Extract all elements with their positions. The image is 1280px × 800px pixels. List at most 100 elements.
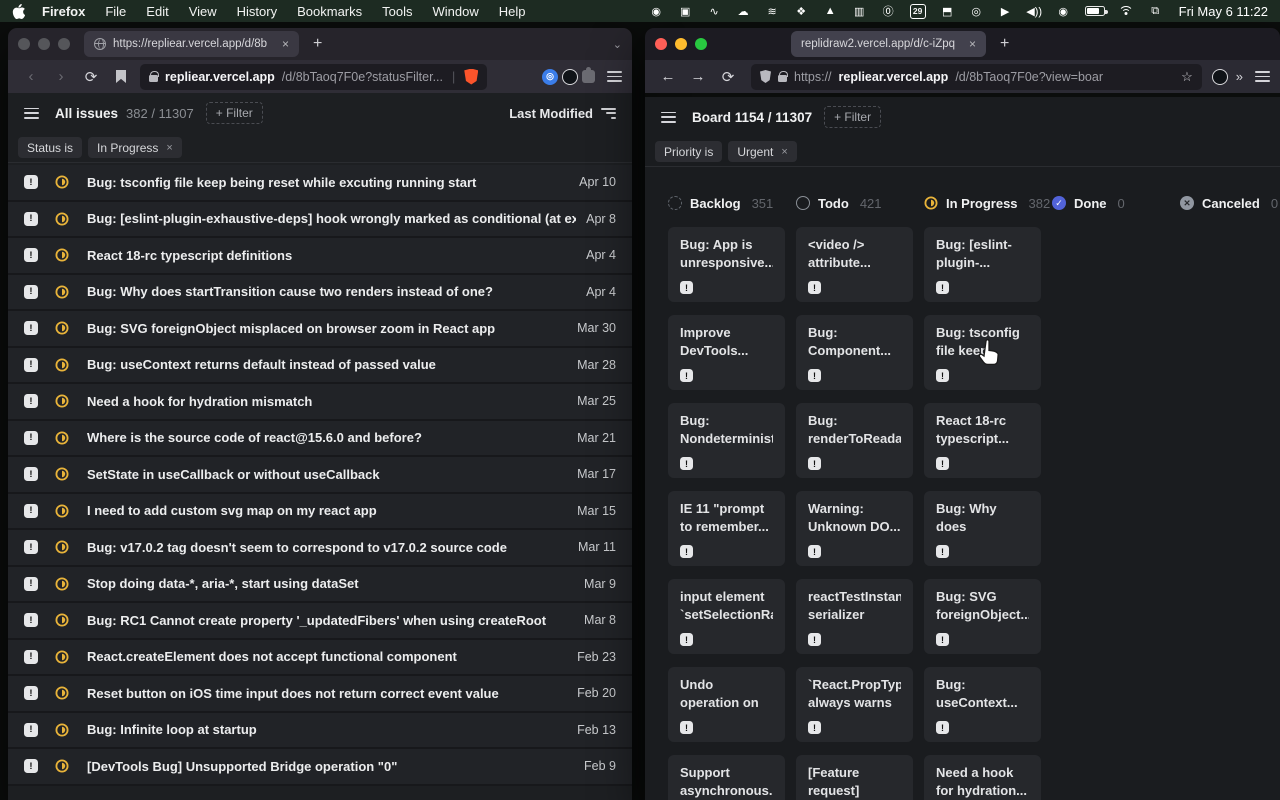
menu-help[interactable]: Help xyxy=(499,4,526,19)
control-center-icon[interactable]: ⧉ xyxy=(1148,4,1163,19)
left-window-controls[interactable] xyxy=(18,38,70,50)
menu-history[interactable]: History xyxy=(237,4,277,19)
issue-row[interactable]: ! Need a hook for hydration mismatch Mar… xyxy=(8,384,632,421)
menubar-app-name[interactable]: Firefox xyxy=(42,4,85,19)
status-in-progress-icon[interactable] xyxy=(55,431,69,445)
zoom-window-button[interactable] xyxy=(58,38,70,50)
close-window-button[interactable] xyxy=(655,38,667,50)
board-scroll-area[interactable]: Backlog351 Bug: App is unresponsive... !… xyxy=(645,173,1280,800)
layout-icon[interactable]: ▥ xyxy=(852,4,867,19)
menubar-clock[interactable]: Fri May 6 11:22 xyxy=(1179,4,1268,19)
issue-row[interactable]: ! React 18-rc typescript definitions Apr… xyxy=(8,238,632,275)
priority-urgent-icon[interactable]: ! xyxy=(24,248,38,262)
right-menu-icon[interactable] xyxy=(1255,71,1270,82)
board-card[interactable]: React 18-rc typescript... ! xyxy=(924,403,1041,478)
volume-icon[interactable]: ◀)) xyxy=(1027,4,1042,19)
issue-row[interactable]: ! Bug: SVG foreignObject misplaced on br… xyxy=(8,311,632,348)
board-card[interactable]: Warning: Unknown DO... ! xyxy=(796,491,913,566)
user-icon[interactable]: ◉ xyxy=(1056,4,1071,19)
priority-urgent-icon[interactable]: ! xyxy=(24,686,38,700)
priority-urgent-icon[interactable]: ! xyxy=(24,540,38,554)
close-window-button[interactable] xyxy=(18,38,30,50)
left-forward-button[interactable]: › xyxy=(48,64,74,90)
battery-icon[interactable] xyxy=(1085,6,1105,16)
priority-urgent-icon[interactable]: ! xyxy=(24,358,38,372)
left-reload-button[interactable]: ⟳ xyxy=(78,64,104,90)
status-in-progress-icon[interactable] xyxy=(55,686,69,700)
priority-urgent-icon[interactable]: ! xyxy=(24,285,38,299)
priority-urgent-icon[interactable]: ! xyxy=(24,650,38,664)
minimize-window-button[interactable] xyxy=(675,38,687,50)
filter-value-chip[interactable]: In Progress × xyxy=(88,137,182,158)
priority-urgent-icon[interactable]: ! xyxy=(24,321,38,335)
right-url-bar[interactable]: https://repliear.vercel.app/d/8bTaoq7F0e… xyxy=(751,64,1202,90)
left-tab-close-icon[interactable]: × xyxy=(282,37,289,51)
board-card[interactable]: Bug: tsconfig file keep bein... ! xyxy=(924,315,1041,390)
issue-row[interactable]: ! Bug: Infinite loop at startup Feb 13 xyxy=(8,713,632,750)
status-in-progress-icon[interactable] xyxy=(55,175,69,189)
overflow-menu-icon[interactable]: » xyxy=(1236,69,1241,84)
remove-filter-icon[interactable]: × xyxy=(166,142,172,154)
dropbox-icon[interactable]: ❖ xyxy=(794,4,809,19)
right-browser-tab[interactable]: replidraw2.vercel.app/d/c-iZpq × xyxy=(791,31,986,57)
menu-bookmarks[interactable]: Bookmarks xyxy=(297,4,362,19)
right-new-tab-button[interactable]: + xyxy=(1000,35,1009,53)
warp-icon[interactable]: ▲ xyxy=(823,4,838,19)
cloud-icon[interactable]: ☁ xyxy=(736,4,751,19)
board-card[interactable]: input element `setSelectionRa ! xyxy=(668,579,785,654)
priority-urgent-icon[interactable]: ! xyxy=(24,175,38,189)
issue-row[interactable]: ! React.createElement does not accept fu… xyxy=(8,640,632,677)
board-card[interactable]: Undo operation on text input... ! xyxy=(668,667,785,742)
right-forward-button[interactable]: → xyxy=(685,64,711,90)
issue-row[interactable]: ! Bug: [eslint-plugin-exhaustive-deps] h… xyxy=(8,202,632,239)
sidebar-toggle-icon[interactable] xyxy=(661,112,676,123)
bookmark-icon[interactable] xyxy=(116,70,126,83)
left-new-tab-button[interactable]: + xyxy=(313,35,322,53)
remove-filter-icon[interactable]: × xyxy=(781,146,787,158)
calendar-icon[interactable]: 29 xyxy=(910,4,926,19)
github-extension-icon[interactable] xyxy=(562,69,578,85)
status-in-progress-icon[interactable] xyxy=(55,321,69,335)
extensions-icon[interactable] xyxy=(582,70,595,83)
right-tab-close-icon[interactable]: × xyxy=(969,37,976,51)
board-card[interactable]: Bug: SVG foreignObject... ! xyxy=(924,579,1041,654)
right-reload-button[interactable]: ⟳ xyxy=(715,64,741,90)
priority-urgent-icon[interactable]: ! xyxy=(24,577,38,591)
left-menu-icon[interactable] xyxy=(607,71,622,82)
tracking-protection-icon[interactable] xyxy=(760,70,771,83)
priority-urgent-icon[interactable]: ! xyxy=(24,723,38,737)
menu-file[interactable]: File xyxy=(105,4,126,19)
status-in-progress-icon[interactable] xyxy=(55,394,69,408)
issue-row[interactable]: ! Bug: useContext returns default instea… xyxy=(8,348,632,385)
status-in-progress-icon[interactable] xyxy=(55,285,69,299)
status-in-progress-icon[interactable] xyxy=(55,650,69,664)
sort-icon[interactable] xyxy=(601,108,616,119)
github-extension-icon[interactable] xyxy=(1212,69,1228,85)
docker-icon[interactable]: ≋ xyxy=(765,4,780,19)
issue-row[interactable]: ! I need to add custom svg map on my rea… xyxy=(8,494,632,531)
menu-view[interactable]: View xyxy=(189,4,217,19)
sort-label[interactable]: Last Modified xyxy=(509,106,593,121)
left-browser-tab[interactable]: https://repliear.vercel.app/d/8b × xyxy=(84,31,299,57)
issue-row[interactable]: ! Bug: v17.0.2 tag doesn't seem to corre… xyxy=(8,530,632,567)
board-card[interactable]: Bug: useContext... ! xyxy=(924,667,1041,742)
screen-share-icon[interactable]: ▣ xyxy=(678,4,693,19)
status-in-progress-icon[interactable] xyxy=(55,248,69,262)
board-card[interactable]: Support asynchronous... ! xyxy=(668,755,785,800)
board-card[interactable]: Bug: Why does startTransitio... ! xyxy=(924,491,1041,566)
issue-row[interactable]: ! Reset button on iOS time input does no… xyxy=(8,676,632,713)
board-card[interactable]: `React.PropType always warns ab ! xyxy=(796,667,913,742)
status-in-progress-icon[interactable] xyxy=(55,613,69,627)
board-card[interactable]: Bug: Nondeterminist... ! xyxy=(668,403,785,478)
left-url-bar[interactable]: repliear.vercel.app/d/8bTaoq7F0e?statusF… xyxy=(140,64,487,90)
issue-row[interactable]: ! Where is the source code of react@15.6… xyxy=(8,421,632,458)
issue-row[interactable]: ! Stop doing data-*, aria-*, start using… xyxy=(8,567,632,604)
onepassword-icon[interactable]: ⓪ xyxy=(881,4,896,19)
issue-row[interactable]: ! Bug: RC1 Cannot create property '_upda… xyxy=(8,603,632,640)
board-card[interactable]: Improve DevTools... ! xyxy=(668,315,785,390)
wifi-icon[interactable] xyxy=(1119,5,1134,17)
bookmark-star-icon[interactable]: ☆ xyxy=(1181,69,1193,85)
board-card[interactable]: Bug: [eslint-plugin-... ! xyxy=(924,227,1041,302)
add-filter-button[interactable]: + Filter xyxy=(824,106,881,128)
board-card[interactable]: Bug: renderToReadab ! xyxy=(796,403,913,478)
